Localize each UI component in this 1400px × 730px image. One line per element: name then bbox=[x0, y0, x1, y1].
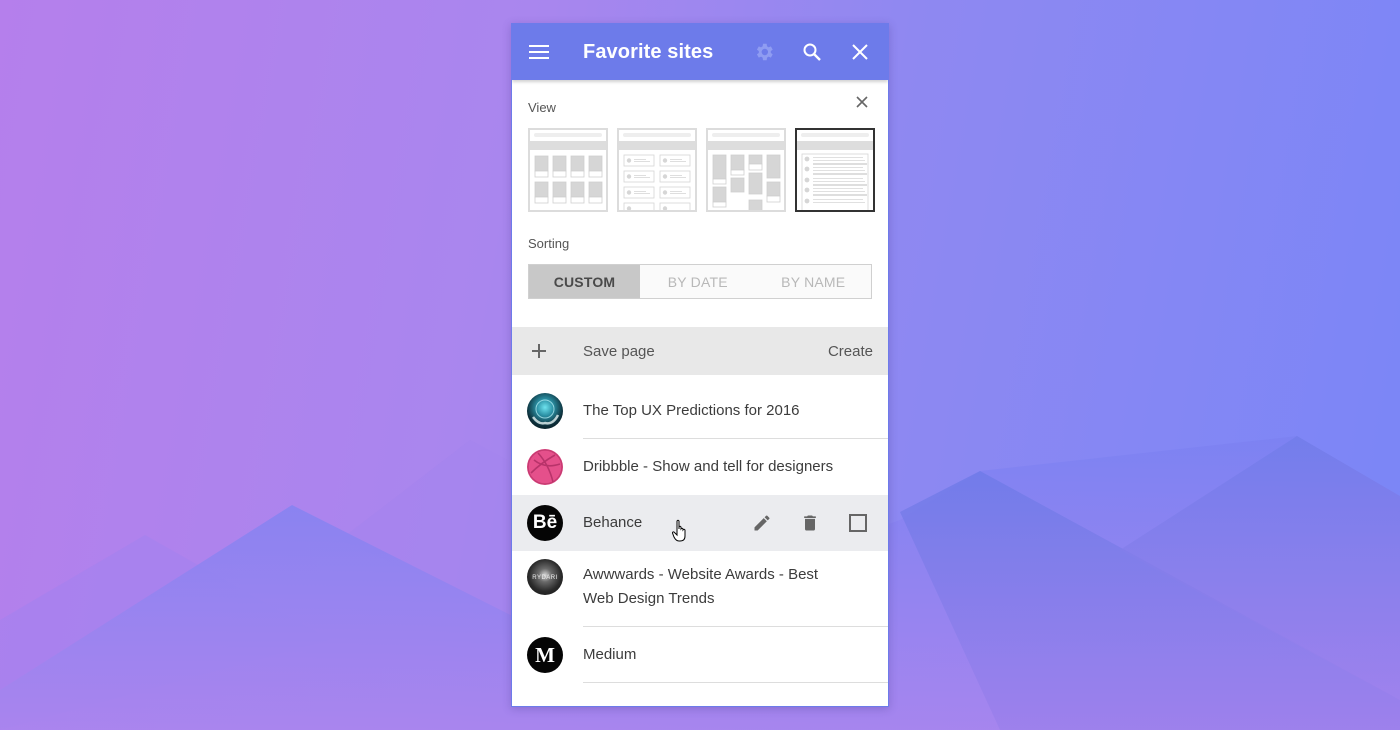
select-checkbox[interactable] bbox=[846, 511, 870, 535]
sites-list: The Top UX Predictions for 2016 Dribbble… bbox=[512, 383, 888, 683]
behance-logo-text: Bē bbox=[532, 512, 558, 533]
site-title: Dribbble - Show and tell for designers bbox=[583, 458, 834, 475]
dribbble-avatar bbox=[527, 449, 563, 485]
medium-avatar: M bbox=[527, 637, 563, 673]
awwwards-avatar: RYDARI bbox=[527, 559, 563, 595]
list-item[interactable]: Bē Behance bbox=[512, 495, 888, 551]
close-icon[interactable] bbox=[844, 36, 876, 68]
hamburger-menu-icon[interactable] bbox=[523, 36, 555, 68]
view-options bbox=[528, 128, 875, 212]
app-title: Favorite sites bbox=[583, 40, 714, 63]
site-title: Behance bbox=[583, 514, 643, 531]
plus-icon[interactable] bbox=[529, 341, 549, 361]
view-close-icon[interactable] bbox=[852, 92, 872, 112]
favorites-panel: Favorite sites View Sorting CUSTOM BY DA… bbox=[511, 23, 889, 707]
create-button[interactable]: Create bbox=[828, 343, 873, 360]
edit-icon[interactable] bbox=[750, 511, 774, 535]
crystal-ball-avatar bbox=[527, 393, 563, 429]
list-item[interactable]: The Top UX Predictions for 2016 bbox=[512, 383, 888, 439]
save-page-row: Save page Create bbox=[512, 327, 888, 375]
search-icon[interactable] bbox=[796, 36, 828, 68]
divider bbox=[583, 682, 888, 683]
site-title: Awwwards - Website Awards - Best Web Des… bbox=[583, 566, 819, 607]
view-option-grid[interactable] bbox=[528, 128, 608, 212]
view-option-cards[interactable] bbox=[617, 128, 697, 212]
list-item[interactable]: M Medium bbox=[512, 627, 888, 683]
sort-by-name-button[interactable]: BY NAME bbox=[755, 265, 871, 298]
site-title: Medium bbox=[583, 646, 637, 663]
delete-icon[interactable] bbox=[798, 511, 822, 535]
gear-icon[interactable] bbox=[748, 36, 780, 68]
list-item[interactable]: RYDARI Awwwards - Website Awards - Best … bbox=[512, 551, 888, 627]
view-option-masonry[interactable] bbox=[706, 128, 786, 212]
list-item[interactable]: Dribbble - Show and tell for designers bbox=[512, 439, 888, 495]
view-label: View bbox=[528, 100, 556, 115]
save-page-label: Save page bbox=[583, 342, 655, 360]
svg-text:RYDARI: RYDARI bbox=[532, 575, 558, 581]
view-option-list[interactable] bbox=[795, 128, 875, 212]
sorting-segmented-control: CUSTOM BY DATE BY NAME bbox=[528, 264, 872, 299]
behance-avatar: Bē bbox=[527, 505, 563, 541]
sort-by-date-button[interactable]: BY DATE bbox=[640, 265, 756, 298]
app-bar: Favorite sites bbox=[512, 24, 888, 80]
sorting-label: Sorting bbox=[528, 236, 570, 251]
sort-custom-button[interactable]: CUSTOM bbox=[529, 265, 640, 298]
hand-cursor-icon bbox=[671, 519, 690, 543]
site-title: The Top UX Predictions for 2016 bbox=[583, 402, 800, 419]
medium-logo-text: M bbox=[535, 642, 555, 667]
